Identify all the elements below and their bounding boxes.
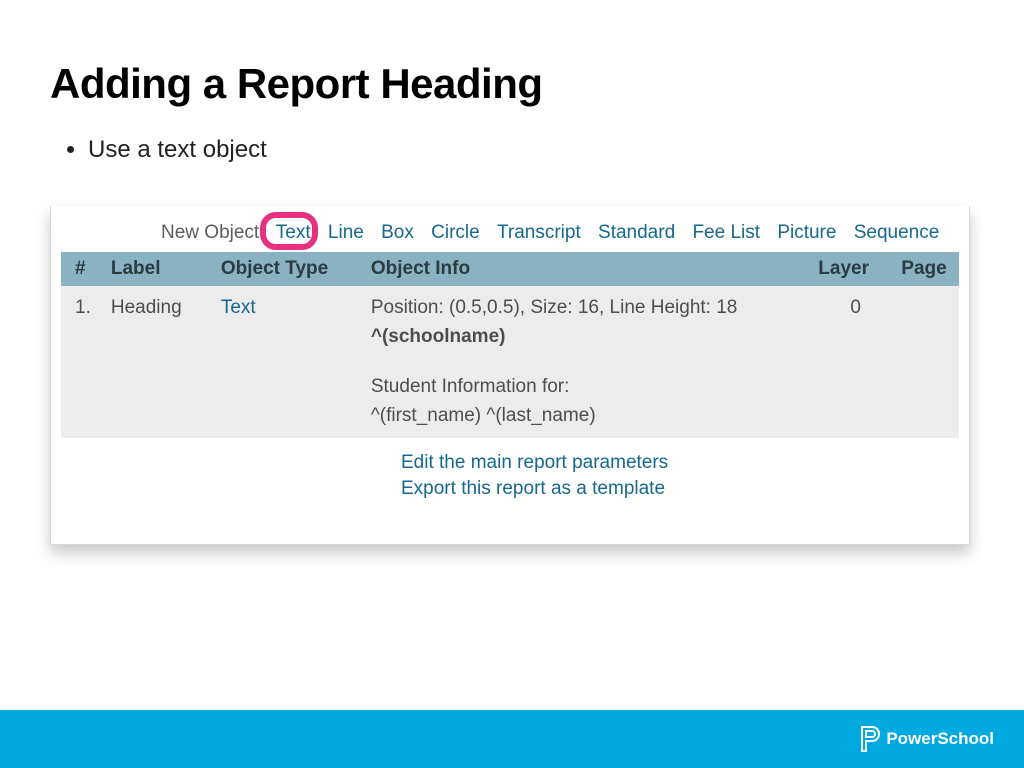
new-object-line-link[interactable]: Line xyxy=(328,222,364,243)
info-namefields: ^(first_name) ^(last_name) xyxy=(371,402,798,431)
new-object-transcript-link[interactable]: Transcript xyxy=(497,222,581,243)
col-info: Object Info xyxy=(361,252,808,286)
cell-info: Position: (0.5,0.5), Size: 16, Line Heig… xyxy=(361,286,808,438)
new-object-circle-link[interactable]: Circle xyxy=(431,222,480,243)
cell-page xyxy=(889,286,959,438)
report-actions: Edit the main report parameters Export t… xyxy=(61,438,959,500)
powerschool-logo-icon xyxy=(858,725,880,753)
col-label: Label xyxy=(101,252,211,286)
bullet-item: Use a text object xyxy=(88,136,974,164)
footer-bar: PowerSchool xyxy=(0,710,1024,768)
new-object-box-link[interactable]: Box xyxy=(381,222,414,243)
new-object-text-link[interactable]: Text xyxy=(276,222,311,243)
report-objects-panel: New Object: Text Line Box Circle Transcr… xyxy=(50,206,970,545)
table-header-row: # Label Object Type Object Info Layer Pa… xyxy=(61,252,959,286)
edit-parameters-link[interactable]: Edit the main report parameters xyxy=(401,452,959,474)
new-object-standard-link[interactable]: Standard xyxy=(598,222,675,243)
bullet-list: Use a text object xyxy=(50,136,974,164)
export-template-link[interactable]: Export this report as a template xyxy=(401,478,959,500)
new-object-sequence-link[interactable]: Sequence xyxy=(854,222,940,243)
col-type: Object Type xyxy=(211,252,361,286)
new-object-label: New Object: xyxy=(161,222,264,243)
brand-label: PowerSchool xyxy=(886,729,994,749)
table-row: 1. Heading Text Position: (0.5,0.5), Siz… xyxy=(61,286,959,438)
new-object-picture-link[interactable]: Picture xyxy=(777,222,836,243)
info-schoolname: ^(schoolname) xyxy=(371,323,798,352)
objects-table: # Label Object Type Object Info Layer Pa… xyxy=(61,252,959,438)
cell-type: Text xyxy=(211,286,361,438)
new-object-toolbar: New Object: Text Line Box Circle Transcr… xyxy=(61,220,959,252)
cell-label: Heading xyxy=(101,286,211,438)
slide-title: Adding a Report Heading xyxy=(50,60,974,108)
info-studentlabel: Student Information for: xyxy=(371,373,798,402)
col-page: Page xyxy=(889,252,959,286)
object-type-link[interactable]: Text xyxy=(221,297,256,318)
col-layer: Layer xyxy=(808,252,889,286)
cell-num: 1. xyxy=(61,286,101,438)
brand: PowerSchool xyxy=(858,725,994,753)
col-num: # xyxy=(61,252,101,286)
new-object-feelist-link[interactable]: Fee List xyxy=(692,222,760,243)
info-position: Position: (0.5,0.5), Size: 16, Line Heig… xyxy=(371,294,798,323)
cell-layer: 0 xyxy=(808,286,889,438)
